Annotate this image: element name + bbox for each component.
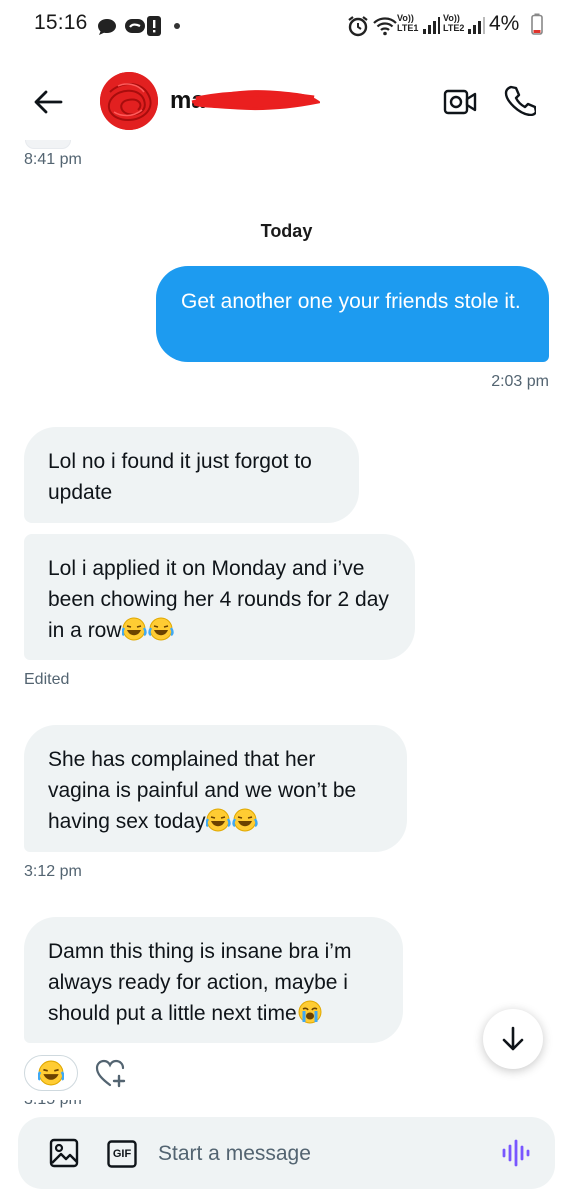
message-time-partial: 3:15 pm [24,1100,82,1108]
tears-of-joy-icon [38,1060,64,1086]
message-text: Lol i applied it on Monday and i’ve been… [48,557,389,642]
edited-label: Edited [24,671,70,688]
add-reaction-button[interactable] [94,1058,128,1090]
phone-icon [504,85,536,116]
video-call-icon [443,89,477,115]
redacted-scribble [100,72,158,130]
message-text: Get another one your friends stole it. [181,290,521,313]
alarm-icon [348,16,368,37]
message-text: Lol no i found it just forgot to update [48,450,312,504]
image-icon [49,1138,79,1168]
voice-message-button[interactable] [500,1138,530,1168]
battery-percent: 4% [489,12,520,35]
scroll-to-bottom-button[interactable] [483,1009,543,1069]
back-button[interactable] [28,82,68,122]
message-time: 3:12 pm [24,863,82,880]
battery-icon [531,13,543,35]
more-notifications-dot-icon [174,23,180,29]
status-bar: 15:16 Vo)) LTE1 Vo)) LTE2 4% [0,0,573,50]
tears-of-joy-emoji-icon [121,617,174,641]
gif-label: GIF [112,1148,132,1160]
incoming-message[interactable]: Lol no i found it just forgot to update [24,427,359,523]
message-time: 2:03 pm [491,373,549,390]
incoming-message[interactable]: Lol i applied it on Monday and i’ve been… [24,534,415,660]
voice-call-button[interactable] [500,80,540,120]
message-bubble-icon [98,19,116,35]
redaction-scribble [191,90,320,111]
voice-wave-icon [502,1139,530,1167]
reaction-badge[interactable] [24,1055,78,1091]
volte-label-1: Vo)) LTE1 [397,13,419,33]
day-divider: Today [260,221,313,241]
arrow-left-icon [34,90,63,114]
heart-plus-icon [95,1059,126,1088]
message-text: She has complained that her vagina is pa… [48,748,357,833]
message-input[interactable] [158,1135,458,1173]
volte-label-2: Vo)) LTE2 [443,13,465,33]
tears-of-joy-emoji-icon [205,808,258,832]
avatar[interactable] [100,72,158,130]
incoming-message[interactable]: Damn this thing is insane bra i’m always… [24,917,403,1043]
signal-bars-2-icon [468,17,485,34]
signal-bars-icon [423,17,440,34]
add-media-button[interactable] [48,1137,80,1169]
previous-message-edge [25,140,71,149]
incoming-message[interactable]: She has complained that her vagina is pa… [24,725,407,852]
outgoing-message[interactable]: Get another one your friends stole it. [156,266,549,362]
loudly-crying-emoji-icon [298,1000,322,1024]
video-call-button[interactable] [440,82,480,122]
status-time: 15:16 [34,11,88,34]
wifi-icon [373,17,397,36]
arrow-down-icon [502,1026,524,1051]
alert-icon [147,16,161,36]
gif-button[interactable]: GIF [107,1140,137,1168]
app-notification-icon [125,19,145,33]
message-time: 8:41 pm [24,151,82,168]
